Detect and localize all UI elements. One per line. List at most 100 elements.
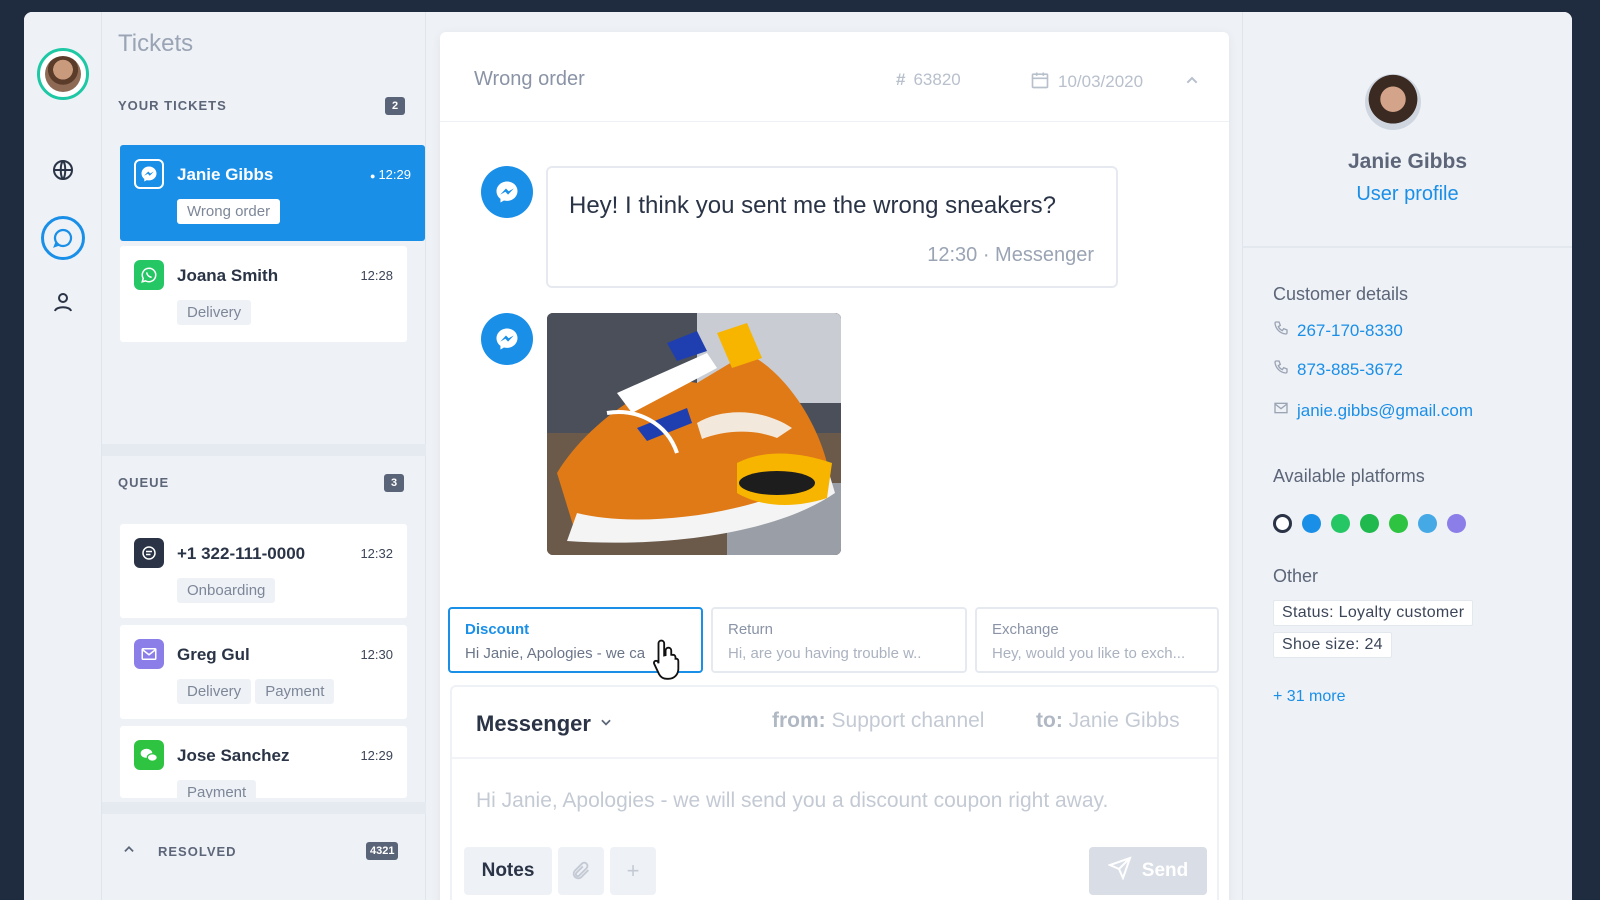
send-icon <box>1107 856 1132 886</box>
ticket-time: 12:32 <box>360 546 393 561</box>
ticket-card-phone[interactable]: +1 322-111-0000 12:32 Onboarding <box>120 524 407 618</box>
phone-1[interactable]: 267-170-8330 <box>1273 320 1403 341</box>
your-tickets-count: 2 <box>385 97 405 115</box>
add-icon[interactable]: + <box>610 847 656 895</box>
message-bubble: Hey! I think you sent me the wrong sneak… <box>546 166 1118 288</box>
messenger-icon <box>134 159 164 189</box>
to-field[interactable]: to: Janie Gibbs <box>1036 709 1180 733</box>
unread-dot-icon: ● <box>370 170 376 181</box>
whatsapp-icon <box>134 260 164 290</box>
send-button[interactable]: Send <box>1089 847 1207 895</box>
viber-icon[interactable] <box>1447 514 1466 533</box>
customer-avatar <box>1365 74 1421 130</box>
ticket-time: 12:29 <box>360 748 393 763</box>
section-divider <box>102 444 426 456</box>
your-tickets-label: YOUR TICKETS <box>118 98 227 113</box>
ticket-name: Janie Gibbs <box>177 165 274 184</box>
chevron-down-icon <box>599 709 613 735</box>
wechat-icon <box>134 740 164 770</box>
shoe-size-chip: Shoe size: 24 <box>1273 632 1392 658</box>
page-title: Tickets <box>118 30 194 57</box>
ticket-time: 12:28 <box>360 268 393 283</box>
message-input[interactable]: Hi Janie, Apologies - we will send you a… <box>476 789 1108 813</box>
collapse-chevron-icon[interactable] <box>1184 72 1200 93</box>
status-chip: Status: Loyalty customer <box>1273 600 1474 626</box>
ticket-number: #63820 <box>896 70 961 89</box>
resolved-toggle[interactable]: RESOLVED 4321 <box>118 840 408 864</box>
profile-panel: Janie Gibbs User profile Customer detail… <box>1242 12 1572 900</box>
queue-count: 3 <box>384 474 404 492</box>
ticket-card-jose-sanchez[interactable]: Jose Sanchez 12:29 Payment <box>120 726 407 798</box>
nav-rail <box>24 12 102 900</box>
suggestion-title: Discount <box>465 621 530 638</box>
app-window: Tickets YOUR TICKETS 2 Janie Gibbs ● 12:2… <box>24 12 1572 900</box>
phone-icon <box>1273 359 1289 380</box>
notes-button[interactable]: Notes <box>464 847 552 895</box>
ticket-time: 12:30 <box>360 647 393 662</box>
email[interactable]: janie.gibbs@gmail.com <box>1273 400 1473 421</box>
mail-icon <box>1273 400 1289 421</box>
suggestion-return[interactable]: Return Hi, are you having trouble w.. <box>711 607 967 673</box>
more-link[interactable]: + 31 more <box>1273 688 1345 706</box>
sneaker-photo[interactable] <box>547 313 841 555</box>
suggestion-preview: Hi, are you having trouble w.. <box>728 645 922 662</box>
tickets-panel: Tickets YOUR TICKETS 2 Janie Gibbs ● 12:2… <box>102 12 426 900</box>
suggestion-title: Return <box>728 621 774 638</box>
telegram-icon[interactable] <box>1418 514 1437 533</box>
ticket-tag: Payment <box>255 679 335 704</box>
email-icon <box>134 639 164 669</box>
ticket-tag: Wrong order <box>177 199 281 224</box>
attachment-icon[interactable] <box>558 847 604 895</box>
conversation-subject: Wrong order <box>474 68 585 90</box>
customer-details-heading: Customer details <box>1273 284 1409 304</box>
ticket-time: ● 12:29 <box>370 167 411 182</box>
globe-icon[interactable] <box>49 156 77 184</box>
messenger-icon[interactable] <box>1302 514 1321 533</box>
from-field[interactable]: from: Support channel <box>772 709 984 733</box>
ticket-date: 10/03/2020 <box>1030 70 1143 95</box>
ticket-card-janie-gibbs[interactable]: Janie Gibbs ● 12:29 Wrong order <box>120 145 425 241</box>
wechat-icon[interactable] <box>1389 514 1408 533</box>
conversation-header: Wrong order #63820 10/03/2020 <box>440 32 1229 122</box>
resolved-label: RESOLVED <box>158 844 237 859</box>
user-profile-link[interactable]: User profile <box>1243 183 1572 206</box>
hand-cursor-icon <box>650 637 684 686</box>
platforms-heading: Available platforms <box>1273 466 1425 486</box>
section-divider <box>102 802 426 814</box>
ticket-tag: Onboarding <box>177 578 276 603</box>
suggestion-exchange[interactable]: Exchange Hey, would you like to exch... <box>975 607 1219 673</box>
line-icon[interactable] <box>1360 514 1379 533</box>
customer-name: Janie Gibbs <box>1347 150 1468 173</box>
ticket-tag: Delivery <box>177 300 252 325</box>
whatsapp-icon[interactable] <box>1331 514 1350 533</box>
channel-select[interactable]: Messenger <box>476 709 613 737</box>
other-heading: Other <box>1273 566 1319 586</box>
platform-icons <box>1273 514 1466 533</box>
message-text: Hey! I think you sent me the wrong sneak… <box>569 192 1056 219</box>
chat-icon[interactable] <box>1273 514 1292 533</box>
suggestion-discount[interactable]: Discount Hi Janie, Apologies - we ca <box>448 607 703 680</box>
messenger-icon <box>481 313 533 365</box>
message-meta: 12:30 · Messenger <box>927 244 1094 266</box>
profile-divider <box>1243 246 1572 248</box>
ticket-name: +1 322-111-0000 <box>177 544 306 563</box>
ticket-card-joana-smith[interactable]: Joana Smith 12:28 Delivery <box>120 246 407 342</box>
hash-icon: # <box>896 70 906 89</box>
ticket-tag: Delivery <box>177 679 252 704</box>
messenger-icon <box>481 166 533 218</box>
ticket-name: Greg Gul <box>177 645 250 664</box>
phone-icon <box>1273 320 1289 341</box>
sms-icon <box>134 538 164 568</box>
ticket-card-greg-gul[interactable]: Greg Gul 12:30 Delivery Payment <box>120 625 407 719</box>
conversation-panel: Wrong order #63820 10/03/2020 Hey! I thi… <box>440 32 1229 900</box>
ticket-name: Jose Sanchez <box>177 746 290 765</box>
composer-divider <box>452 757 1217 759</box>
ticket-tag: Payment <box>177 780 257 798</box>
suggestion-preview: Hey, would you like to exch... <box>992 645 1186 662</box>
phone-2[interactable]: 873-885-3672 <box>1273 359 1403 380</box>
ticket-name: Joana Smith <box>177 266 279 285</box>
user-icon[interactable] <box>49 288 77 316</box>
suggestion-title: Exchange <box>992 621 1059 638</box>
chat-icon[interactable] <box>41 216 85 260</box>
agent-avatar[interactable] <box>37 48 89 100</box>
